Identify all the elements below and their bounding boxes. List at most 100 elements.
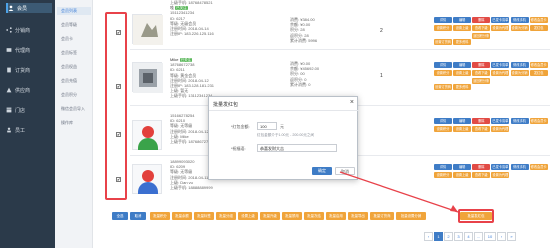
confirm-button[interactable]: 确定: [312, 167, 332, 175]
set-points-button[interactable]: 设置积分: [434, 25, 452, 31]
sidebar: 会员 分销商 代理商 订货商 供应商 门店 员工: [0, 0, 55, 248]
batch-disable-button[interactable]: 批量禁用: [282, 212, 302, 220]
delete-button[interactable]: 删除: [472, 62, 491, 68]
edit-button[interactable]: 编辑: [453, 118, 472, 124]
batch-tag-button[interactable]: 批量标签: [194, 212, 214, 220]
edit-button[interactable]: 编辑: [453, 62, 472, 68]
edit-phone-button[interactable]: 修改手机: [510, 118, 529, 124]
page-10[interactable]: 10: [484, 232, 496, 241]
batch-orderer-button[interactable]: 批量订货商: [370, 212, 394, 220]
more-info-button[interactable]: 更多资料: [453, 39, 472, 45]
card-list-button[interactable]: 已发卡清单: [491, 62, 510, 68]
sidebar-item-stores[interactable]: 门店: [6, 105, 52, 115]
subnav-item-recharge[interactable]: 会员充值: [57, 77, 91, 85]
sidebar-item-distributors[interactable]: 分销商: [6, 25, 52, 35]
amount-label: *红包金额:: [231, 124, 250, 129]
edit-card-button[interactable]: 修改会员卡: [529, 118, 548, 124]
set-points-button[interactable]: 设置积分: [434, 70, 452, 76]
delete-button[interactable]: 删除: [472, 164, 491, 170]
sidebar-item-suppliers[interactable]: 供应商: [6, 85, 52, 95]
page-prev[interactable]: ‹: [424, 232, 433, 241]
set-orderer-button[interactable]: 设置订货商: [434, 39, 452, 45]
detail-button[interactable]: 详情: [434, 62, 452, 68]
edit-card-button[interactable]: 修改会员卡: [529, 17, 548, 23]
subnav-item-member-level[interactable]: 会员等级: [57, 21, 91, 29]
page-3[interactable]: 3: [454, 232, 463, 241]
subnav-item-operation-log[interactable]: 操作库: [57, 119, 91, 127]
row-checkbox[interactable]: ✔: [116, 84, 121, 89]
edit-phone-button[interactable]: 修改手机: [510, 17, 529, 23]
batch-upgrade-button[interactable]: 批量升级: [260, 212, 280, 220]
subnav-item-member-list[interactable]: 会员列表: [57, 7, 91, 15]
page-last[interactable]: »: [507, 232, 516, 241]
delete-button[interactable]: 删除: [472, 118, 491, 124]
batch-balance-button[interactable]: 批量余额: [172, 212, 192, 220]
view-children-button[interactable]: 查看下级: [472, 70, 491, 76]
sidebar-item-agents[interactable]: 代理商: [6, 45, 52, 55]
share-icon: [6, 27, 12, 33]
member-info: 上级手机: 18768478521 哇 已关注 15112341234 ID: …: [170, 0, 245, 36]
set-distributor-button[interactable]: 设置为分销: [510, 25, 529, 31]
batch-enable-button[interactable]: 批量启用: [326, 212, 346, 220]
card-list-button[interactable]: 已发卡清单: [491, 118, 510, 124]
edit-card-button[interactable]: 修改会员卡: [529, 164, 548, 170]
view-children-button[interactable]: 查看下级: [472, 172, 491, 178]
member-info: Mike 已关注 18768672738 ID: 6211 等级: 黄金会员 注…: [170, 57, 245, 99]
row-checkbox[interactable]: ✔: [116, 132, 121, 137]
set-parent-button[interactable]: 设置上级: [453, 25, 472, 31]
view-children-button[interactable]: 查看下级: [472, 25, 491, 31]
detail-button[interactable]: 详情: [434, 118, 452, 124]
return-points-button[interactable]: 返回积分条件: [472, 78, 491, 89]
subnav-item-member-tag[interactable]: 会员标签: [57, 49, 91, 57]
sidebar-item-staff[interactable]: 员工: [6, 125, 52, 135]
subnav-item-points[interactable]: 会员积分: [57, 91, 91, 99]
edit-button[interactable]: 编辑: [453, 17, 472, 23]
select-all-button[interactable]: 全选: [112, 212, 128, 220]
set-distributor-button[interactable]: 设置为分销: [510, 70, 529, 76]
subnav-item-member-rights[interactable]: 会员权益: [57, 63, 91, 71]
card-list-button[interactable]: 已发卡清单: [491, 164, 510, 170]
card-list-button[interactable]: 已发卡清单: [491, 17, 510, 23]
close-icon[interactable]: ×: [350, 99, 354, 106]
batch-points-button[interactable]: 批量积分: [150, 212, 170, 220]
sidebar-item-members[interactable]: 会员: [6, 3, 52, 13]
sidebar-item-orderers[interactable]: 订货商: [6, 65, 52, 75]
delete-button[interactable]: 删除: [472, 17, 491, 23]
set-points-button[interactable]: 设置积分: [434, 126, 452, 132]
staff-icon: [7, 127, 11, 133]
batch-freeze-button[interactable]: 批量冻结: [304, 212, 324, 220]
set-orderer-button[interactable]: 设置订货商: [434, 84, 452, 90]
send-redpacket-button[interactable]: 发红包: [529, 25, 548, 31]
page-next[interactable]: ›: [497, 232, 506, 241]
row-checkbox[interactable]: ✔: [116, 177, 121, 182]
set-agent-button[interactable]: 设置为代理: [491, 70, 510, 76]
batch-export-button[interactable]: 批量导出: [348, 212, 368, 220]
row-checkbox[interactable]: ✔: [116, 30, 121, 35]
edit-phone-button[interactable]: 修改手机: [510, 164, 529, 170]
sidebar-item-label: 会员: [17, 5, 28, 12]
set-agent-button[interactable]: 设置为代理: [491, 25, 510, 31]
view-children-button[interactable]: 查看下级: [472, 126, 491, 132]
edit-card-button[interactable]: 修改会员卡: [529, 62, 548, 68]
page-4[interactable]: 4: [464, 232, 473, 241]
batch-distributor-button[interactable]: 批量设置分销: [396, 212, 426, 220]
edit-phone-button[interactable]: 修改手机: [510, 62, 529, 68]
batch-set-parent-button[interactable]: 设置上级: [238, 212, 258, 220]
deselect-button[interactable]: 取消: [130, 212, 146, 220]
page-1[interactable]: 1: [434, 232, 443, 241]
set-parent-button[interactable]: 设置上级: [453, 70, 472, 76]
page-2[interactable]: 2: [444, 232, 453, 241]
more-info-button[interactable]: 更多资料: [453, 84, 472, 90]
wish-input[interactable]: 恭喜发财大吉: [257, 144, 337, 152]
set-parent-button[interactable]: 设置上级: [453, 126, 472, 132]
set-agent-button[interactable]: 设置为代理: [491, 172, 510, 178]
subnav-item-member-card[interactable]: 会员卡: [57, 35, 91, 43]
batch-group-button[interactable]: 批量分组: [216, 212, 236, 220]
agent-icon: [6, 48, 12, 52]
send-redpacket-button[interactable]: 发红包: [529, 70, 548, 76]
return-points-button[interactable]: 返回积分条件: [472, 33, 491, 44]
set-agent-button[interactable]: 设置为代理: [491, 126, 510, 132]
amount-input[interactable]: 100: [257, 122, 277, 130]
detail-button[interactable]: 详情: [434, 17, 452, 23]
subnav-item-wechat-import[interactable]: 微信会员导入: [57, 105, 91, 113]
